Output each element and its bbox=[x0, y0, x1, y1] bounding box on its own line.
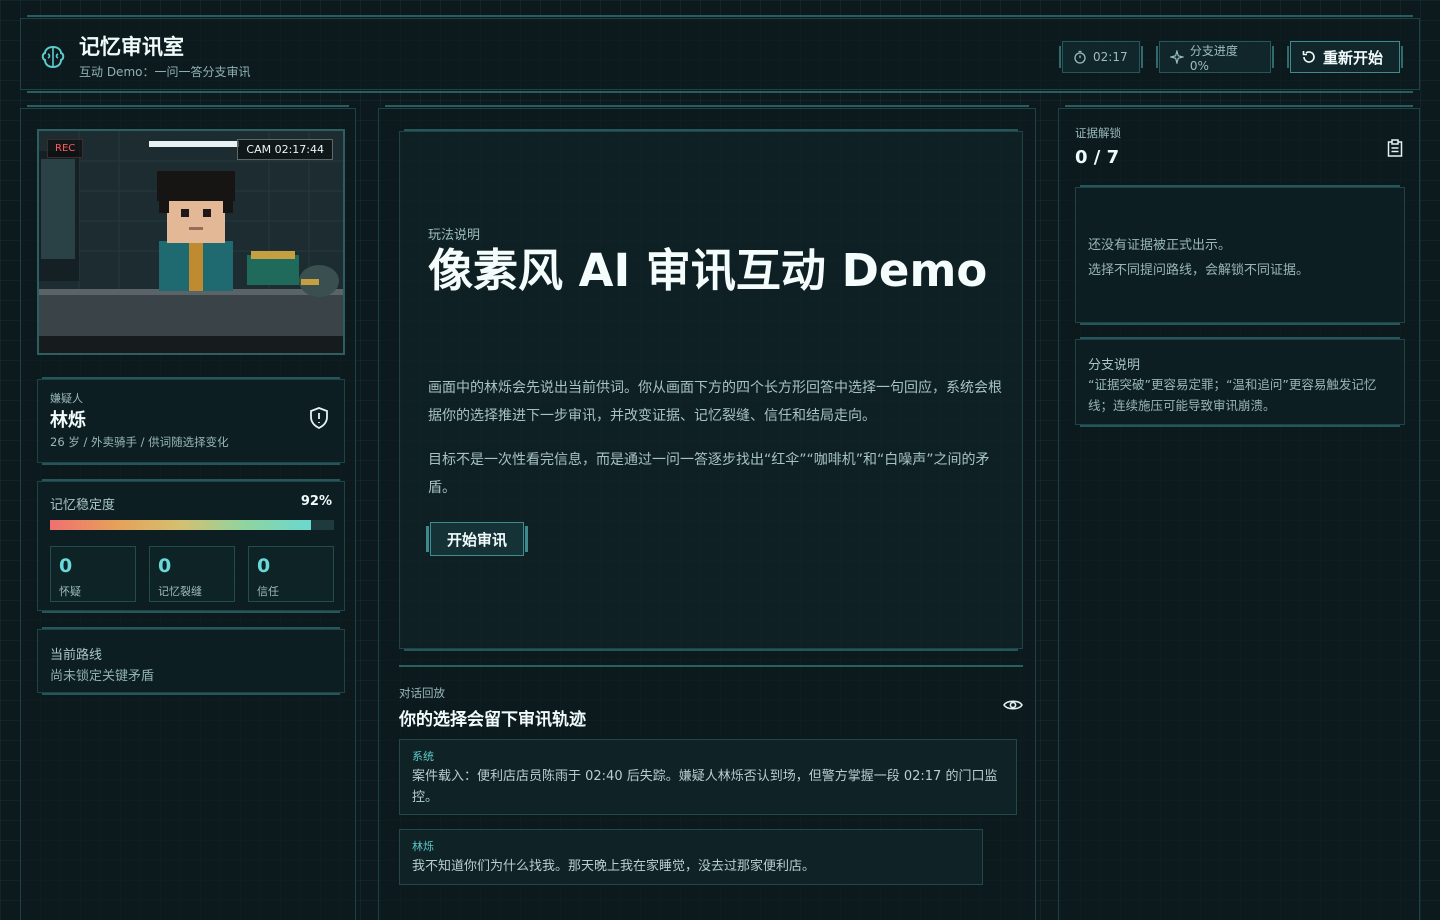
route-value: 尚未锁定关键矛盾 bbox=[50, 669, 155, 684]
stability-bar-fill bbox=[50, 520, 312, 530]
branch-progress-text: 分支进度 0% bbox=[1189, 43, 1238, 73]
stability-value: 92% bbox=[300, 494, 332, 509]
timer-text: 02:17 bbox=[1093, 50, 1128, 64]
branch-text: “证据突破”更容易定罪；“温和追问”更容易触发记忆线；连续施压可能导致审讯崩溃。 bbox=[1088, 377, 1377, 413]
dialog-title: 你的选择会留下审讯轨迹 bbox=[399, 710, 586, 730]
current-route-card: 当前路线 尚未锁定关键矛盾 bbox=[37, 627, 345, 695]
timer-chip: 02:17 bbox=[1059, 41, 1143, 73]
message-speaker: 林烁 bbox=[412, 840, 434, 853]
route-label: 当前路线 bbox=[50, 648, 103, 663]
interrogation-camera-view: REC CAM 02:17:44 bbox=[37, 129, 345, 355]
intro-paragraph: 目标不是一次性看完信息，而是通过一问一答逐步找出“红伞”“咖啡机”和“白噪声”之… bbox=[428, 452, 990, 496]
stability-label: 记忆稳定度 bbox=[50, 498, 116, 513]
suspect-info: 26 岁 / 外卖骑手 / 供词随选择变化 bbox=[50, 435, 229, 449]
app-header: 记忆审讯室 互动 Demo：一问一答分支审讯 02:17 分支进度 0% 重新开… bbox=[20, 15, 1420, 93]
evidence-panel: 证据解锁 0 / 7 还没有证据被正式出示。 选择不同提问路线，会解锁不同证据。… bbox=[1058, 105, 1420, 920]
app-title: 记忆审讯室 bbox=[79, 35, 184, 59]
stopwatch-icon bbox=[1074, 50, 1086, 64]
dialog-eyebrow: 对话回放 bbox=[399, 686, 445, 700]
stat-value: 0 bbox=[158, 555, 172, 577]
stat-label: 信任 bbox=[257, 585, 279, 598]
rec-badge: REC bbox=[47, 139, 84, 158]
restart-label: 重新开始 bbox=[1323, 48, 1384, 67]
restart-button[interactable]: 重新开始 bbox=[1287, 41, 1403, 73]
evidence-empty-line: 还没有证据被正式出示。 bbox=[1088, 238, 1232, 253]
stat-value: 0 bbox=[257, 555, 271, 577]
message-text: 我不知道你们为什么找我。那天晚上我在家睡觉，没去过那家便利店。 bbox=[412, 859, 816, 874]
suspect-panel: REC CAM 02:17:44 嫌疑人 林烁 26 岁 / 外卖骑手 / 供词… bbox=[20, 105, 356, 920]
stat-suspicion: 0 怀疑 bbox=[50, 546, 136, 602]
intro-title: 像素风 AI 审讯互动 Demo bbox=[428, 244, 988, 297]
stat-trust: 0 信任 bbox=[248, 546, 334, 602]
memory-stability-card: 记忆稳定度 92% 0 怀疑 0 记忆裂缝 0 信任 bbox=[37, 479, 345, 613]
eye-icon[interactable] bbox=[1003, 697, 1023, 713]
dialog-message: 系统 案件载入：便利店店员陈雨于 02:40 后失踪。嫌疑人林烁否认到场，但警方… bbox=[399, 739, 1017, 815]
app-subtitle: 互动 Demo：一问一答分支审讯 bbox=[79, 65, 251, 79]
stat-memory-cracks: 0 记忆裂缝 bbox=[149, 546, 235, 602]
stat-value: 0 bbox=[59, 555, 73, 577]
stat-label: 记忆裂缝 bbox=[158, 585, 202, 598]
restart-icon bbox=[1302, 51, 1315, 63]
branch-notes-card: 分支说明 “证据突破”更容易定罪；“温和追问”更容易触发记忆线；连续施压可能导致… bbox=[1075, 337, 1405, 427]
main-panel: 玩法说明 像素风 AI 审讯互动 Demo 画面中的林烁会先说出当前供词。你从画… bbox=[378, 105, 1036, 920]
intro-eyebrow: 玩法说明 bbox=[428, 228, 481, 243]
brain-icon bbox=[41, 45, 65, 69]
sparkle-icon bbox=[1170, 50, 1184, 64]
branch-label: 分支说明 bbox=[1088, 358, 1141, 373]
intro-paragraph: 画面中的林烁会先说出当前供词。你从画面下方的四个长方形回答中选择一句回应，系统会… bbox=[428, 380, 1002, 424]
start-interrogation-button[interactable]: 开始审讯 bbox=[426, 522, 528, 556]
suspect-role: 嫌疑人 bbox=[50, 392, 83, 405]
suspect-card: 嫌疑人 林烁 26 岁 / 外卖骑手 / 供词随选择变化 bbox=[37, 377, 345, 465]
evidence-empty-state: 还没有证据被正式出示。 选择不同提问路线，会解锁不同证据。 bbox=[1075, 185, 1405, 325]
message-text: 案件载入：便利店店员陈雨于 02:40 后失踪。嫌疑人林烁否认到场，但警方掌握一… bbox=[412, 769, 998, 805]
dialog-message: 林烁 我不知道你们为什么找我。那天晚上我在家睡觉，没去过那家便利店。 bbox=[399, 829, 983, 885]
camera-timestamp: CAM 02:17:44 bbox=[237, 139, 333, 160]
dialog-replay-section: 对话回放 你的选择会留下审讯轨迹 系统 案件载入：便利店店员陈雨于 02:40 … bbox=[399, 665, 1023, 920]
intro-panel: 玩法说明 像素风 AI 审讯互动 Demo 画面中的林烁会先说出当前供词。你从画… bbox=[399, 129, 1023, 651]
suspect-name: 林烁 bbox=[50, 410, 86, 431]
shield-alert-icon bbox=[310, 407, 328, 430]
evidence-empty-line: 选择不同提问路线，会解锁不同证据。 bbox=[1088, 263, 1310, 278]
evidence-label: 证据解锁 bbox=[1075, 126, 1121, 140]
clipboard-icon[interactable] bbox=[1387, 139, 1403, 157]
suspect-pixel-image bbox=[39, 131, 343, 353]
stability-bar bbox=[50, 520, 334, 530]
stat-label: 怀疑 bbox=[59, 585, 81, 598]
message-speaker: 系统 bbox=[412, 750, 434, 763]
branch-progress-chip: 分支进度 0% bbox=[1156, 41, 1274, 73]
evidence-count: 0 / 7 bbox=[1075, 147, 1120, 168]
